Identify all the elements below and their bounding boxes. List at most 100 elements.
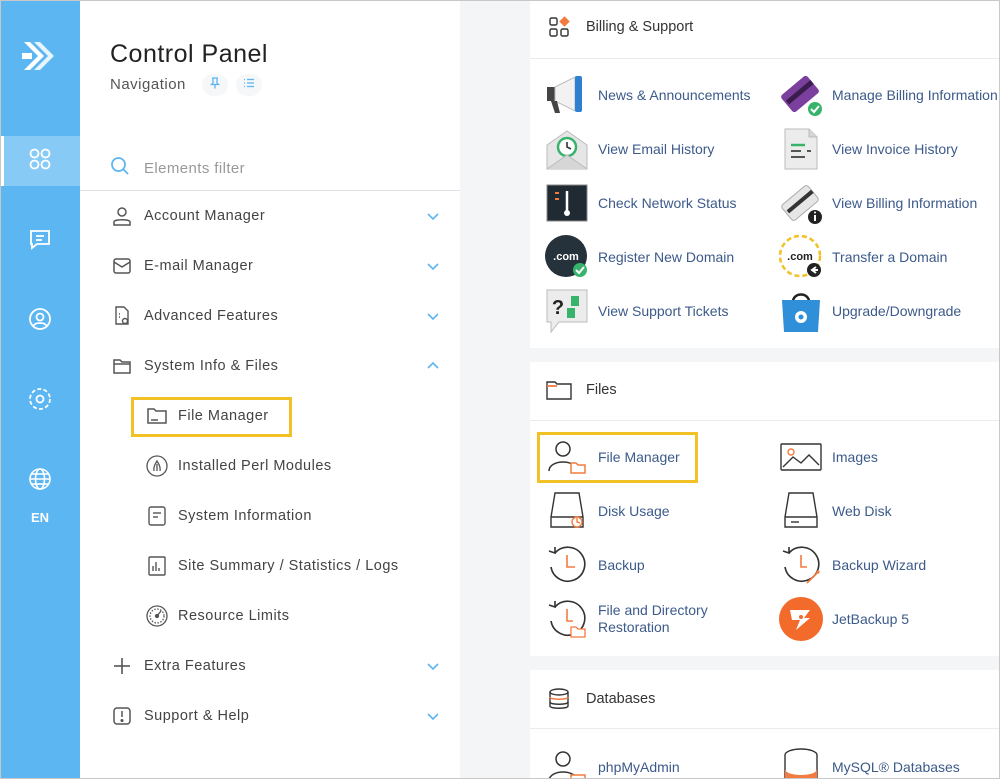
sub-item-system-information[interactable]: System Information — [144, 496, 444, 536]
sub-item-label: System Information — [178, 508, 312, 524]
mail-icon — [110, 254, 134, 278]
nav-item-advanced-features[interactable]: Advanced Features — [110, 296, 440, 336]
card-divider — [530, 420, 1000, 421]
nav-item-label: Extra Features — [144, 658, 247, 674]
card-header: Databases — [546, 688, 655, 710]
tile-label: Transfer a Domain — [832, 248, 948, 265]
nav-item-support-help[interactable]: Support & Help — [110, 696, 440, 736]
nav-item-account-manager[interactable]: Account Manager — [110, 196, 440, 236]
domain-transfer-icon: .com — [778, 234, 824, 280]
sub-item-label: Installed Perl Modules — [178, 458, 332, 474]
tile-news-announcements[interactable]: News & Announcements — [544, 70, 751, 120]
rail-settings[interactable] — [0, 376, 80, 426]
gauge-icon — [144, 603, 170, 629]
card-title: Databases — [586, 691, 656, 707]
user-circle-icon — [28, 307, 52, 336]
page-title: Control Panel — [110, 40, 268, 68]
tile-disk-usage[interactable]: Disk Usage — [544, 486, 670, 536]
files-card: Files File Manager Images Disk Usage Web… — [530, 362, 1000, 656]
sub-item-installed-perl-modules[interactable]: Installed Perl Modules — [144, 446, 444, 486]
svg-text:?: ? — [552, 297, 564, 319]
rail-account[interactable] — [0, 296, 80, 346]
disk-usage-icon — [544, 488, 590, 534]
tile-images[interactable]: Images — [778, 432, 878, 482]
rail-language[interactable] — [0, 456, 80, 506]
tile-view-email-history[interactable]: View Email History — [544, 124, 714, 174]
tile-label: Images — [832, 448, 878, 465]
search-input[interactable] — [144, 156, 424, 180]
tile-check-network-status[interactable]: Check Network Status — [544, 178, 737, 228]
nav-item-label: Support & Help — [144, 708, 250, 724]
databases-card: Databases phpMyAdmin MySQL® Databases — [530, 670, 1000, 779]
mysql-icon — [778, 744, 824, 779]
navigation-panel: Control Panel Navigation Account Manager… — [80, 0, 460, 779]
tile-view-support-tickets[interactable]: ? View Support Tickets — [544, 286, 728, 336]
nav-item-label: Advanced Features — [144, 308, 279, 324]
billing-info-icon — [778, 180, 824, 226]
rail-dashboard[interactable] — [0, 136, 80, 186]
tile-label: Backup — [598, 556, 645, 573]
tile-label: News & Announcements — [598, 86, 751, 103]
tile-phpmyadmin[interactable]: phpMyAdmin — [544, 742, 680, 779]
tile-transfer-domain[interactable]: .com Transfer a Domain — [778, 232, 947, 282]
tile-web-disk[interactable]: Web Disk — [778, 486, 892, 536]
logo-icon[interactable] — [20, 34, 60, 78]
tile-file-directory-restoration[interactable]: File and Directory Restoration — [544, 594, 708, 644]
tile-label: File and Directory Restoration — [598, 602, 708, 636]
tile-view-invoice-history[interactable]: View Invoice History — [778, 124, 958, 174]
jetbackup-icon — [778, 596, 824, 642]
sub-item-resource-limits[interactable]: Resource Limits — [144, 596, 444, 636]
pin-button[interactable] — [202, 74, 228, 96]
nav-item-label: Account Manager — [144, 208, 266, 224]
sub-item-site-summary[interactable]: Site Summary / Statistics / Logs — [144, 546, 444, 586]
nav-item-system-info-files[interactable]: System Info & Files — [110, 346, 440, 386]
rail-messages[interactable] — [0, 216, 80, 266]
nav-item-label: System Info & Files — [144, 358, 279, 374]
highlight-box-files — [537, 432, 698, 483]
chevron-down-icon[interactable] — [426, 259, 440, 273]
support-tickets-icon: ? — [544, 288, 590, 334]
svg-text:.com: .com — [787, 251, 813, 263]
invoice-icon — [778, 126, 824, 172]
settings-circle-icon — [28, 387, 52, 416]
nav-item-email-manager[interactable]: E-mail Manager — [110, 246, 440, 286]
card-divider — [530, 58, 1000, 59]
user-icon — [110, 204, 134, 228]
tile-upgrade-downgrade[interactable]: Upgrade/Downgrade — [778, 286, 961, 336]
tile-manage-billing[interactable]: Manage Billing Information — [778, 70, 998, 120]
chevron-down-icon[interactable] — [426, 309, 440, 323]
tile-view-billing-information[interactable]: View Billing Information — [778, 178, 977, 228]
chevron-down-icon[interactable] — [426, 709, 440, 723]
tile-backup-wizard[interactable]: Backup Wizard — [778, 540, 926, 590]
language-code[interactable]: EN — [0, 510, 80, 525]
tile-mysql-databases[interactable]: MySQL® Databases — [778, 742, 960, 779]
card-header: Billing & Support — [546, 16, 693, 38]
grid-icon — [28, 147, 52, 176]
database-section-icon — [546, 688, 572, 710]
tile-label: Upgrade/Downgrade — [832, 302, 962, 319]
highlight-box-nav — [131, 397, 292, 437]
tile-register-new-domain[interactable]: .com Register New Domain — [544, 232, 734, 282]
list-view-button[interactable] — [236, 74, 262, 96]
chevron-up-icon[interactable] — [426, 359, 440, 373]
network-status-icon — [544, 180, 590, 226]
chevron-down-icon[interactable] — [426, 659, 440, 673]
chevron-down-icon[interactable] — [426, 209, 440, 223]
nav-item-label: E-mail Manager — [144, 258, 254, 274]
folder-section-icon — [546, 379, 572, 401]
card-divider — [530, 728, 1000, 729]
tile-label: Web Disk — [832, 502, 892, 519]
tile-label: MySQL® Databases — [832, 758, 960, 775]
tile-label-line1: File and Directory — [598, 602, 708, 618]
tile-jetbackup[interactable]: JetBackup 5 — [778, 594, 909, 644]
backup-wizard-icon — [778, 542, 824, 588]
svg-text:.com: .com — [553, 251, 579, 263]
tile-backup[interactable]: Backup — [544, 540, 645, 590]
billing-section-icon — [546, 16, 572, 38]
nav-item-extra-features[interactable]: Extra Features — [110, 646, 440, 686]
billing-support-card: Billing & Support News & Announcements M… — [530, 0, 1000, 348]
folder-icon — [110, 354, 134, 378]
tile-label: Backup Wizard — [832, 556, 927, 573]
restore-icon — [544, 596, 590, 642]
backup-icon — [544, 542, 590, 588]
